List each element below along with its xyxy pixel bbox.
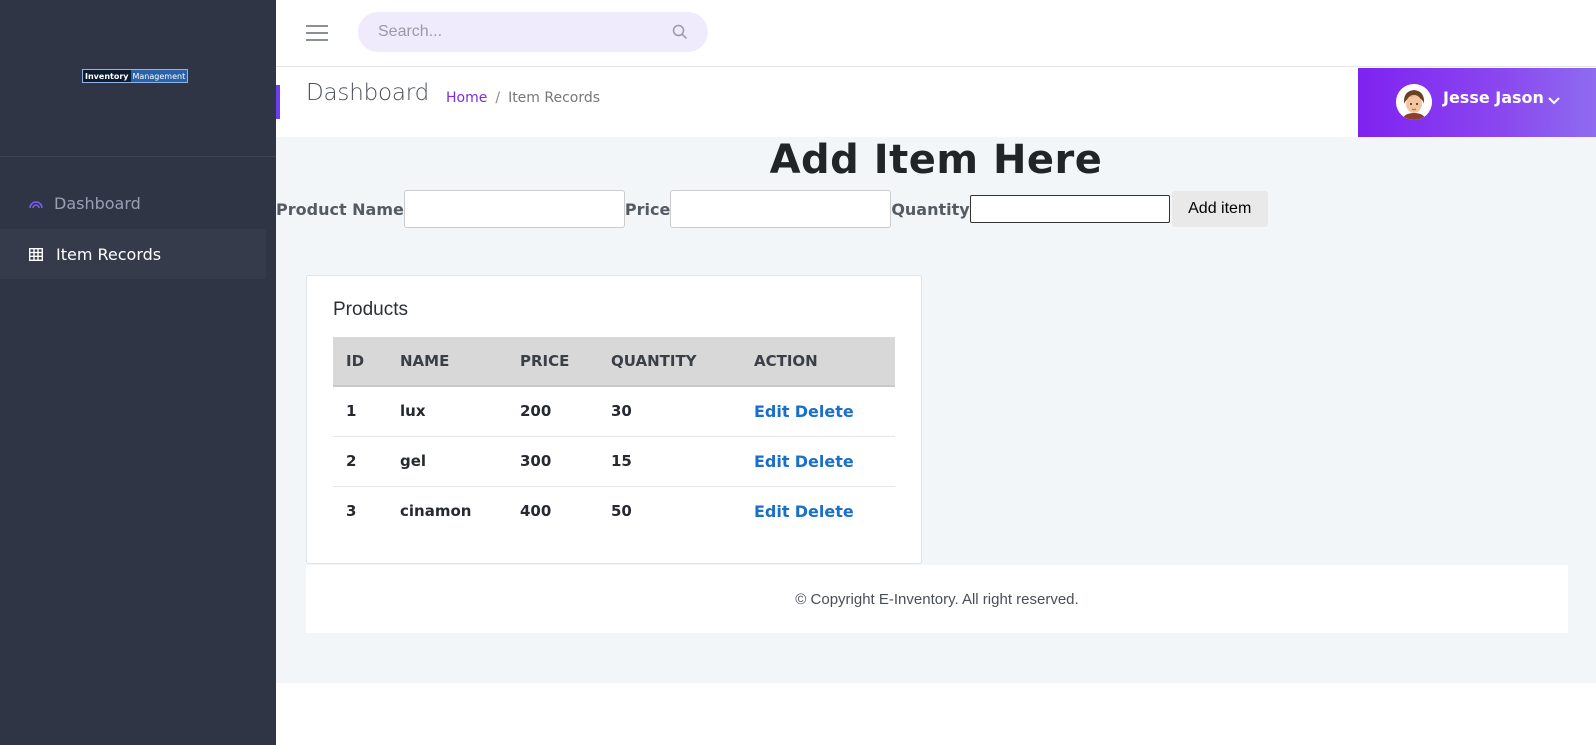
column-header-name: NAME [400,352,450,370]
add-item-button[interactable]: Add item [1171,191,1268,227]
cell-name: lux [387,386,507,437]
edit-link[interactable]: Edit [754,502,790,521]
cell-id: 3 [346,502,357,521]
column-header-price: PRICE [520,352,570,370]
breadcrumb-current: Item Records [508,90,601,106]
table-icon [26,247,46,261]
cell-quantity: 30 [598,386,741,437]
column-header-quantity: QUANTITY [611,352,697,370]
cell-action: Edit Delete [741,386,895,437]
table-row: 2 gel 300 15 Edit Delete [333,436,895,487]
search-icon[interactable] [672,24,688,40]
products-table: ID NAME PRICE QUANTITY ACTION 1 lux 200 … [333,337,895,536]
delete-link[interactable]: Delete [795,452,854,471]
products-card: Products ID NAME PRICE QUANTITY ACTION 1… [306,275,922,564]
cell-id: 2 [333,436,387,487]
table-header-row: ID NAME PRICE QUANTITY ACTION [333,337,895,386]
sidebar-item-dashboard[interactable]: Dashboard [0,178,266,228]
price-label: Price [624,199,671,219]
quantity-label: Quantity [891,199,970,219]
form-title: Add Item Here [769,137,1103,183]
cell-quantity: 15 [598,436,741,487]
chevron-down-icon [1548,97,1560,105]
logo[interactable]: Inventory Management [82,69,189,83]
sidebar: Inventory Management Dashboard Item Reco… [0,0,276,745]
cell-id: 1 [333,386,387,437]
product-name-label: Product Name [276,199,404,219]
cloud-icon [26,197,46,209]
product-name-input[interactable] [403,190,625,228]
cell-price: 400 [520,502,552,521]
cell-action: Edit Delete [741,486,895,536]
cell-price: 300 [507,436,598,487]
page-header: Dashboard Home / Item Records [276,68,1358,137]
sidebar-item-label: Item Records [56,244,162,264]
sidebar-item-label: Dashboard [54,193,141,213]
footer: © Copyright E-Inventory. All right reser… [306,565,1568,633]
cell-action: Edit Delete [741,436,895,487]
column-header-id: ID [346,352,365,370]
table-row: 1 lux 200 30 Edit Delete [333,386,895,437]
avatar [1396,84,1432,120]
sidebar-divider [0,156,276,157]
topbar [276,0,1596,67]
header-accent-bar [276,85,280,119]
breadcrumb-home-link[interactable]: Home [446,90,487,106]
table-row: 3 cinamon 400 50 Edit Delete [333,486,895,536]
price-input[interactable] [670,190,892,228]
main-content: Add Item Here Product Name Price Quantit… [276,137,1596,683]
breadcrumb: Home / Item Records [446,90,600,106]
user-name: Jesse Jason [1443,88,1544,107]
cell-name: cinamon [400,502,472,521]
column-header-action: ACTION [754,352,818,370]
delete-link[interactable]: Delete [795,402,854,421]
edit-link[interactable]: Edit [754,402,790,421]
cell-price: 200 [507,386,598,437]
quantity-input[interactable] [969,195,1170,223]
delete-link[interactable]: Delete [795,502,854,521]
cell-name: gel [387,436,507,487]
sidebar-item-item-records[interactable]: Item Records [0,229,266,279]
search-input[interactable] [358,12,658,52]
logo-text-primary: Inventory [83,70,131,82]
breadcrumb-separator: / [495,90,501,106]
add-item-form: Product Name Price Quantity Add item [276,189,1268,229]
edit-link[interactable]: Edit [754,452,790,471]
products-title: Products [333,299,408,320]
search-bar [358,12,708,52]
logo-text-secondary: Management [130,70,188,82]
page-title: Dashboard [306,80,429,106]
menu-icon[interactable] [306,25,328,41]
user-menu[interactable]: Jesse Jason [1358,68,1596,137]
cell-quantity: 50 [611,502,632,521]
